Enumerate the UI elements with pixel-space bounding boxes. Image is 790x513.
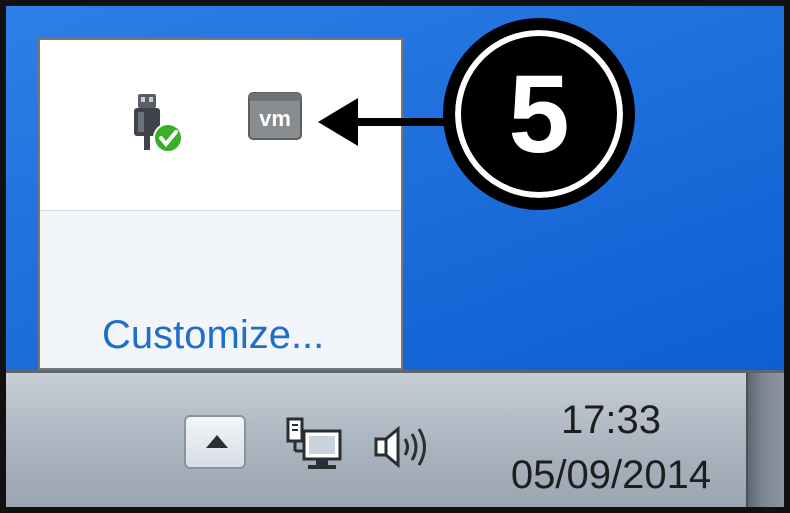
callout-badge: 5 (443, 18, 635, 210)
vmware-tray-icon[interactable]: vm (248, 92, 302, 140)
taskbar: 17:33 05/09/2014 (6, 370, 784, 507)
network-icon[interactable] (284, 417, 346, 473)
notification-overflow-panel: vm Customize... (38, 38, 403, 370)
show-desktop-button[interactable] (746, 373, 784, 507)
clock-time: 17:33 (560, 398, 662, 442)
svg-text:vm: vm (259, 106, 291, 131)
customize-link[interactable]: Customize... (102, 313, 324, 358)
show-hidden-icons-button[interactable] (184, 415, 246, 469)
usb-safely-remove-icon[interactable] (126, 92, 186, 156)
callout-arrow (318, 98, 456, 146)
clock-date: 05/09/2014 (510, 453, 712, 497)
callout-number: 5 (508, 52, 570, 176)
chevron-up-icon (206, 435, 228, 448)
taskbar-clock[interactable]: 17:33 05/09/2014 (476, 395, 746, 505)
volume-icon[interactable] (372, 425, 432, 469)
panel-footer: Customize... (40, 211, 401, 368)
